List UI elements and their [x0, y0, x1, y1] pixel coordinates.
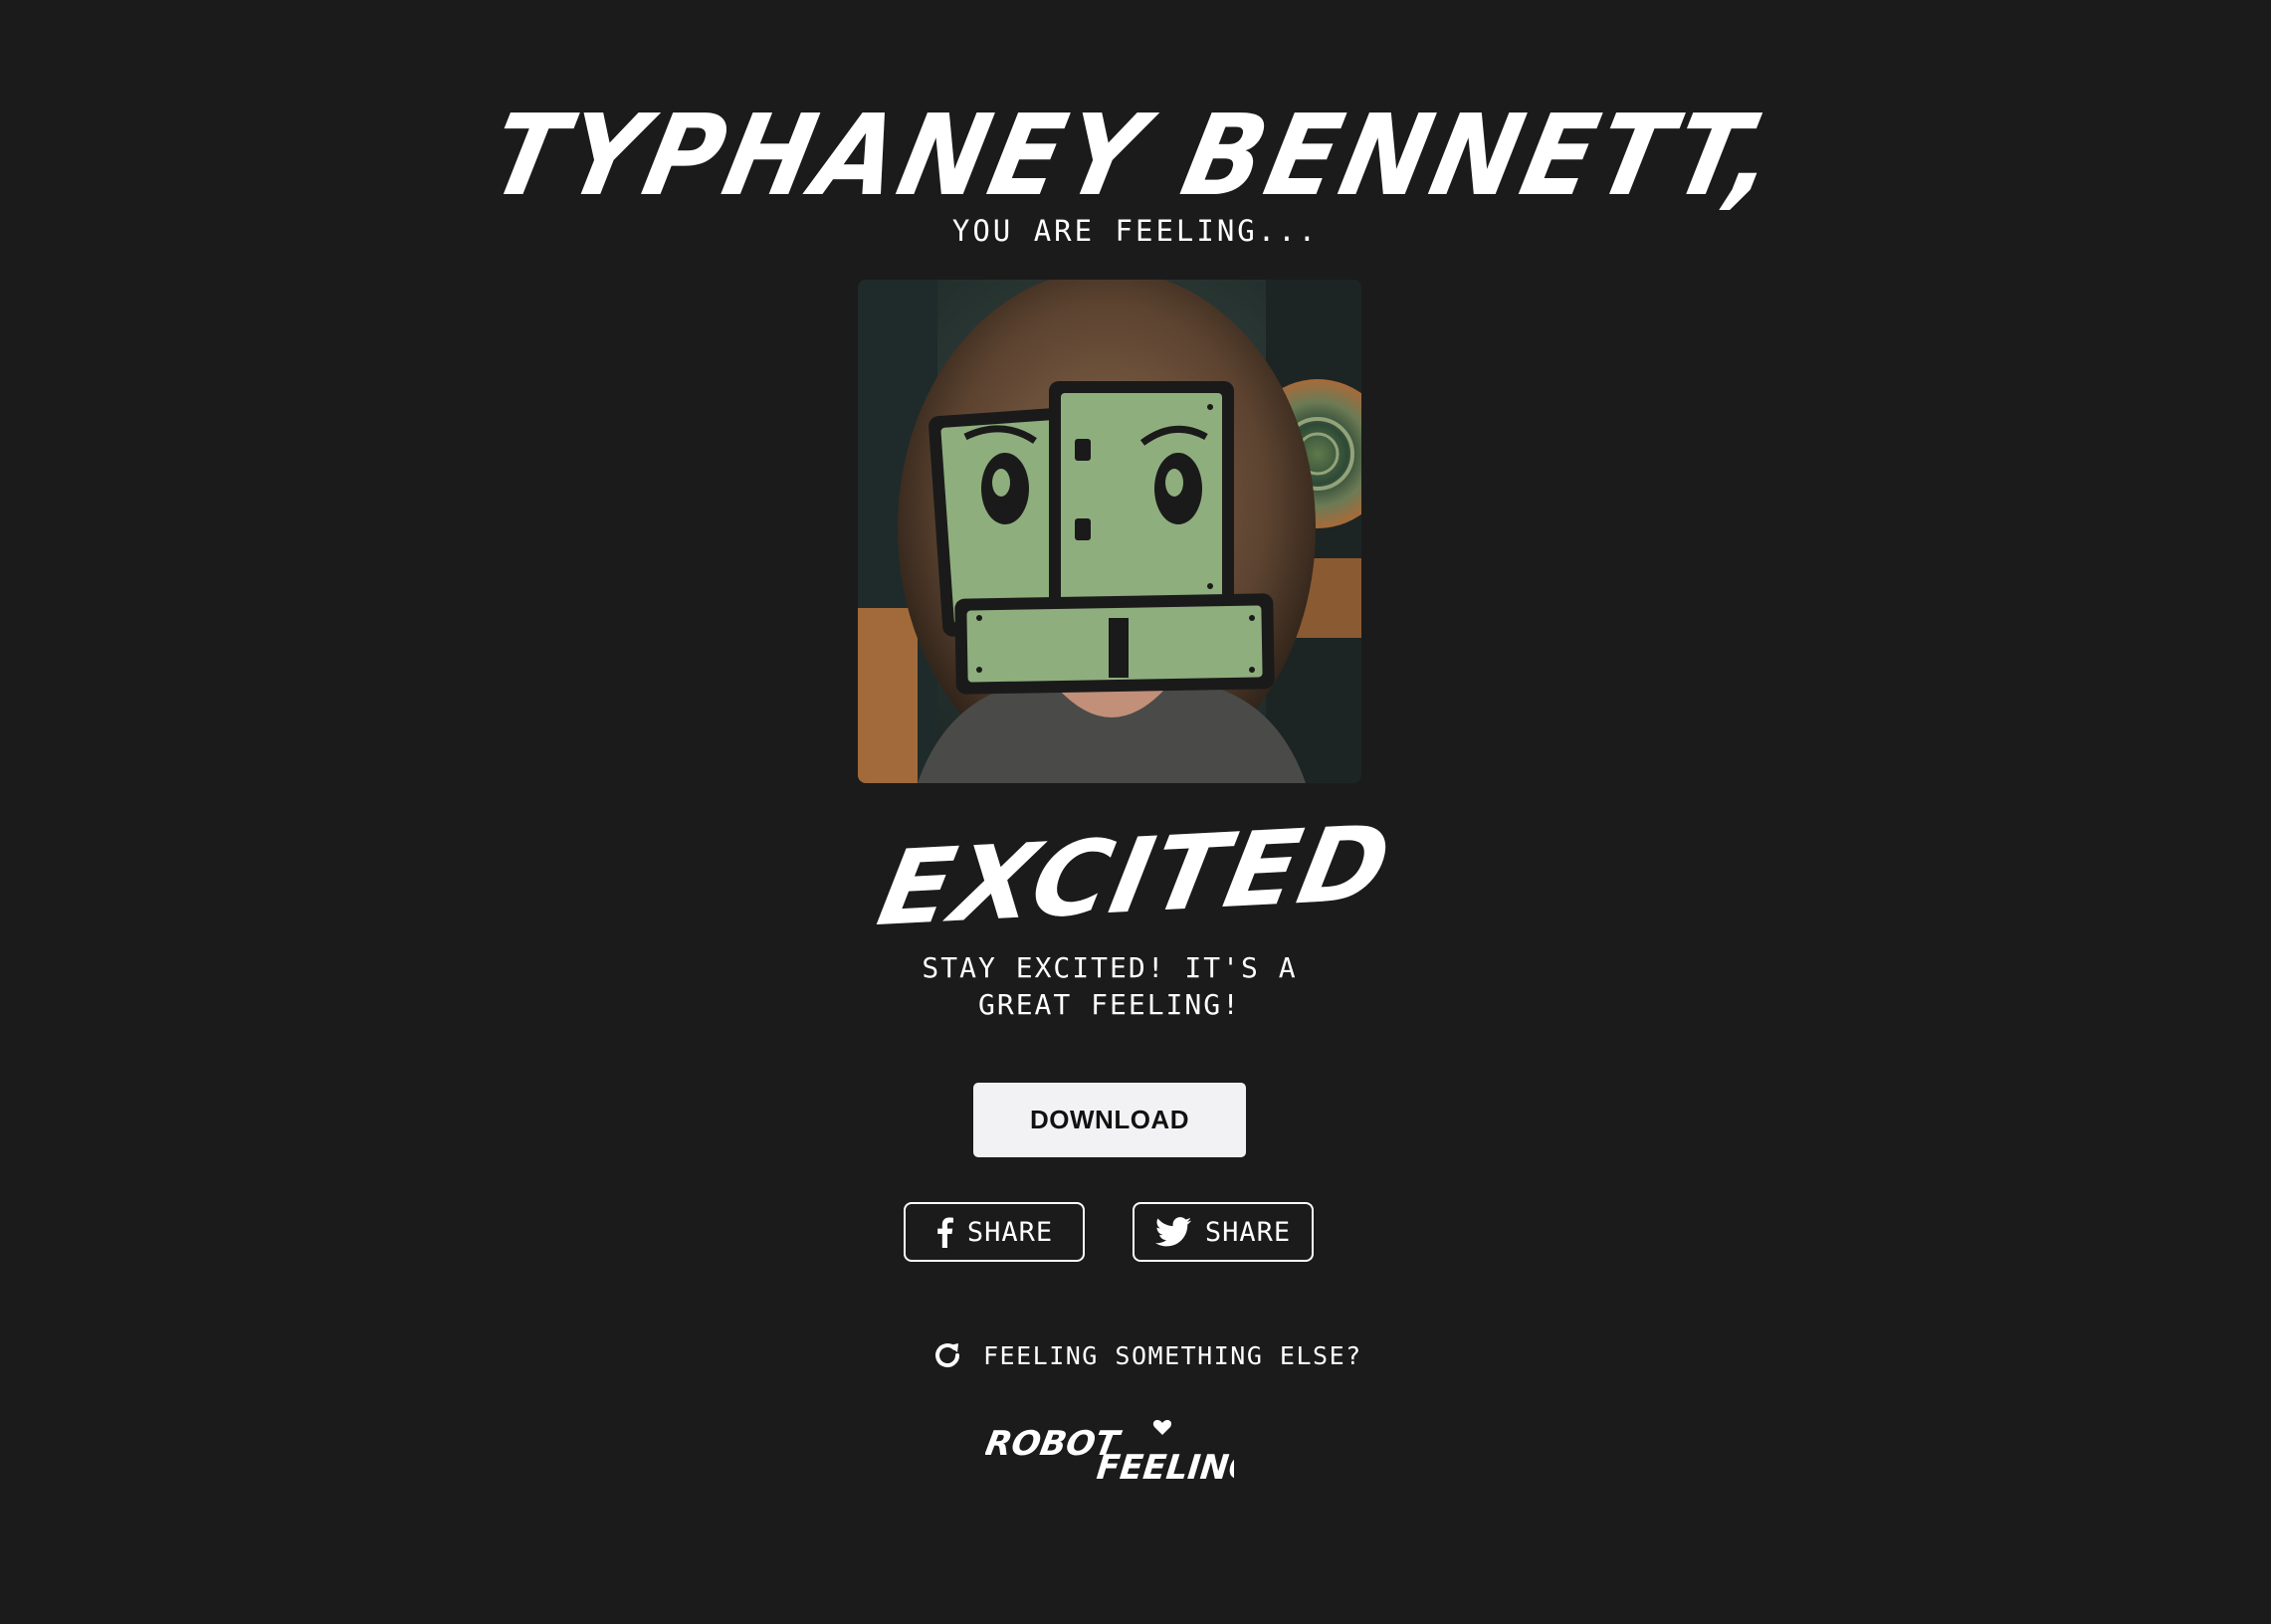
feeling-subtitle: YOU ARE FEELING... [951, 214, 1320, 248]
facebook-icon [937, 1217, 953, 1248]
refresh-icon [935, 1343, 960, 1368]
download-button[interactable]: DOWNLOAD [973, 1083, 1246, 1157]
result-photo [858, 280, 1361, 783]
svg-text:FEELINGS: FEELINGS [1095, 1448, 1234, 1488]
facebook-share-label: SHARE [966, 1216, 1054, 1248]
twitter-icon [1154, 1217, 1191, 1247]
feeling-something-else-label: FEELING SOMETHING ELSE? [983, 1340, 1362, 1370]
facebook-share-button[interactable]: SHARE [904, 1202, 1085, 1262]
twitter-share-button[interactable]: SHARE [1133, 1202, 1314, 1262]
robot-feelings-logo: ROBOT FEELINGS [985, 1420, 1234, 1488]
feeling-something-else-link[interactable]: FEELING SOMETHING ELSE? [931, 1335, 1362, 1375]
robot-mask-icon [929, 381, 1275, 695]
feeling-message: STAY EXCITED! IT'S A GREAT FEELING! [922, 951, 1298, 1021]
user-name-title: TYPHANEY BENNETT, [479, 90, 1792, 221]
twitter-share-label: SHARE [1204, 1216, 1292, 1248]
robot-face-photo [858, 280, 1361, 783]
result-page: TYPHANEY BENNETT, YOU ARE FEELING... EXC… [0, 0, 2271, 1624]
